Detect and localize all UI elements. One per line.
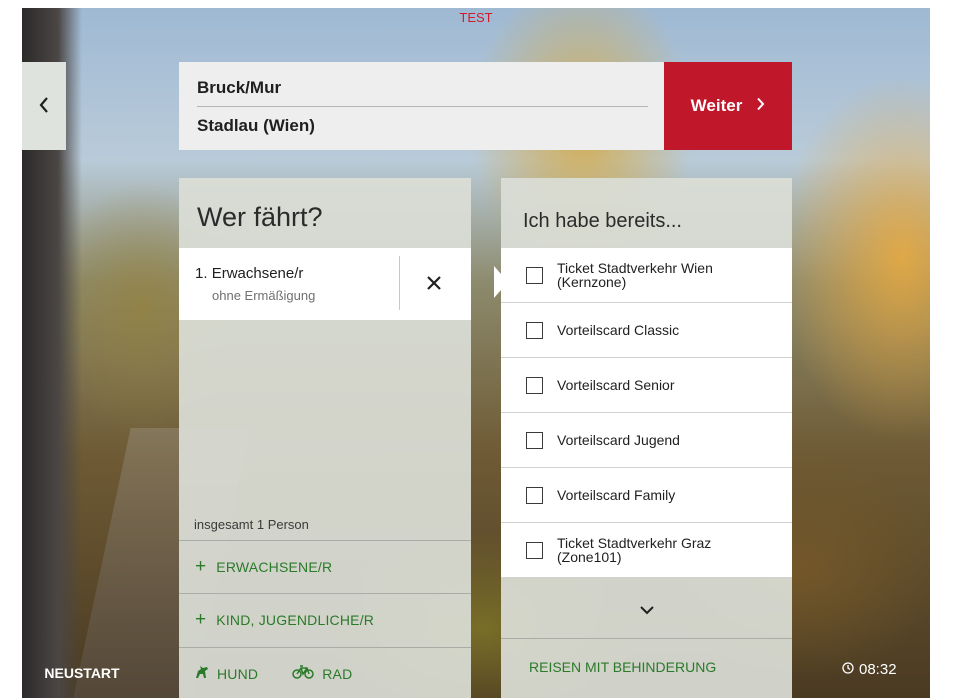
discount-card-list: Ticket Stadtverkehr Wien (Kernzone) Vort… (501, 248, 792, 578)
checkbox[interactable] (526, 376, 543, 394)
extras-row: HUND RAD (179, 647, 471, 698)
add-bike-button[interactable]: RAD (292, 665, 352, 682)
card-option-graz-zone101[interactable]: Ticket Stadtverkehr Graz (Zone101) (501, 523, 792, 578)
dog-icon (195, 665, 209, 682)
restart-button[interactable]: NEUSTART (22, 661, 142, 685)
card-label: Vorteilscard Classic (557, 322, 680, 338)
bike-label: RAD (322, 665, 353, 682)
checkbox[interactable] (526, 266, 543, 284)
next-button-label: Weiter (690, 96, 743, 115)
route-divider (197, 106, 648, 107)
route-origin: Bruck/Mur (197, 78, 282, 97)
card-option-family[interactable]: Vorteilscard Family (501, 468, 792, 523)
add-adult-label: ERWACHSENE/R (216, 558, 333, 575)
card-label: Vorteilscard Senior (557, 377, 675, 393)
discount-card-panel-title: Ich habe bereits... (523, 210, 682, 232)
plus-icon: + (195, 609, 207, 630)
route-summary: Bruck/Mur Stadlau (Wien) (179, 62, 664, 150)
traveler-panel: Wer fährt? 1. Erwachsene/r ohne Ermäßigu… (179, 178, 471, 698)
chevron-down-icon (639, 603, 655, 618)
card-label: Vorteilscard Jugend (557, 432, 680, 448)
checkbox[interactable] (526, 321, 543, 339)
checkbox[interactable] (526, 486, 543, 504)
add-child-button[interactable]: + KIND, JUGENDLICHE/R (179, 593, 471, 645)
back-button[interactable] (22, 62, 66, 150)
checkbox[interactable] (526, 431, 543, 449)
traveler-type: Erwachsene/r (211, 265, 304, 282)
next-button[interactable]: Weiter (664, 62, 792, 150)
card-option-senior[interactable]: Vorteilscard Senior (501, 358, 792, 413)
traveler-discount: ohne Ermäßigung (212, 288, 316, 303)
close-icon (426, 275, 442, 294)
add-child-label: KIND, JUGENDLICHE/R (216, 611, 375, 628)
checkbox[interactable] (526, 541, 543, 559)
card-option-jugend[interactable]: Vorteilscard Jugend (501, 413, 792, 468)
disability-travel-link[interactable]: REISEN MIT BEHINDERUNG (501, 638, 792, 694)
discount-card-panel: Ich habe bereits... Ticket Stadtverkehr … (501, 178, 792, 698)
clock-icon (842, 661, 854, 678)
add-adult-button[interactable]: + ERWACHSENE/R (179, 540, 471, 592)
plus-icon: + (195, 556, 207, 577)
card-label: Ticket Stadtverkehr Graz (Zone101) (557, 535, 712, 565)
traveler-number: 1. (195, 265, 208, 282)
scroll-more-button[interactable] (501, 582, 792, 638)
clock: 08:32 (842, 661, 897, 678)
card-option-classic[interactable]: Vorteilscard Classic (501, 303, 792, 358)
card-label: Ticket Stadtverkehr Wien (Kernzone) (557, 260, 713, 290)
dog-label: HUND (217, 665, 259, 682)
chevron-left-icon (38, 96, 50, 117)
bike-icon (292, 665, 314, 682)
test-mode-label: TEST (459, 10, 493, 25)
traveler-name: 1. Erwachsene/r (195, 265, 303, 282)
traveler-divider (399, 256, 400, 310)
route-destination: Stadlau (Wien) (197, 116, 315, 135)
chevron-right-icon (756, 96, 765, 116)
kiosk-screen: TEST Bruck/Mur Stadlau (Wien) Weiter Wer… (22, 8, 930, 698)
clock-time: 08:32 (859, 661, 897, 678)
card-label: Vorteilscard Family (557, 487, 676, 503)
traveler-panel-title: Wer fährt? (197, 202, 323, 232)
remove-traveler-button[interactable] (411, 262, 457, 306)
add-dog-button[interactable]: HUND (195, 665, 258, 682)
card-option-wien-kernzone[interactable]: Ticket Stadtverkehr Wien (Kernzone) (501, 248, 792, 303)
traveler-total: insgesamt 1 Person (194, 517, 309, 532)
traveler-item[interactable]: 1. Erwachsene/r ohne Ermäßigung (179, 248, 471, 320)
